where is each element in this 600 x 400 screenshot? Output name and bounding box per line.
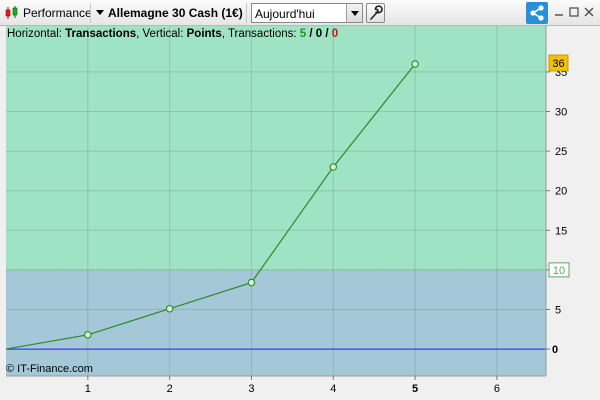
- period-dropdown-button[interactable]: [346, 4, 362, 22]
- legend-v-label: , Vertical:: [136, 28, 187, 40]
- data-point[interactable]: [84, 331, 92, 339]
- above-threshold-zone: [6, 26, 546, 270]
- x-tick-label: 5: [412, 383, 418, 395]
- x-tick-label: 1: [85, 383, 91, 395]
- y-tick-label: 30: [555, 107, 567, 119]
- period-value: Aujourd'hui: [255, 7, 315, 21]
- data-point[interactable]: [329, 163, 338, 171]
- y-tick-label: 25: [555, 146, 567, 158]
- legend-sep: /: [322, 28, 332, 40]
- toolbar: Performance Allemagne 30 Cash (1€) Aujou…: [0, 0, 600, 26]
- toolbar-separator: [246, 3, 247, 23]
- toolbar-separator: [90, 3, 91, 23]
- performance-chart[interactable]: 123456510152025303510036: [0, 26, 600, 400]
- threshold-label: 10: [553, 265, 565, 277]
- y-tick-label: 15: [555, 225, 567, 237]
- chart-legend: Horizontal: Transactions, Vertical: Poin…: [7, 28, 338, 40]
- performance-label[interactable]: Performance: [23, 6, 92, 20]
- data-point[interactable]: [165, 304, 174, 313]
- chevron-down-icon[interactable]: [96, 10, 104, 15]
- minimize-icon[interactable]: [552, 5, 566, 19]
- x-tick-label: 3: [248, 383, 254, 395]
- data-point[interactable]: [411, 60, 419, 68]
- legend-h-label: Horizontal:: [7, 28, 66, 40]
- maximize-icon[interactable]: [567, 5, 581, 19]
- x-tick-label: 6: [494, 383, 500, 395]
- copyright-label: © IT-Finance.com: [6, 363, 93, 375]
- settings-button[interactable]: [366, 3, 385, 23]
- legend-v-value: Points: [186, 28, 222, 40]
- close-icon[interactable]: [582, 5, 596, 19]
- legend-h-value: Transactions: [65, 28, 137, 40]
- legend-t-label: , Transactions:: [221, 28, 300, 40]
- last-value-label: 36: [552, 58, 564, 70]
- period-select[interactable]: Aujourd'hui: [251, 3, 363, 23]
- x-tick-label: 4: [330, 383, 336, 395]
- instrument-selector[interactable]: Allemagne 30 Cash (1€): [108, 6, 243, 20]
- candlestick-icon[interactable]: [4, 6, 20, 20]
- data-point[interactable]: [247, 278, 256, 287]
- zero-label: 0: [552, 344, 558, 356]
- x-tick-label: 2: [167, 383, 173, 395]
- share-button[interactable]: [526, 2, 548, 24]
- y-tick-label: 5: [555, 304, 561, 316]
- share-icon: [530, 5, 544, 21]
- legend-losing-count: 0: [331, 28, 339, 40]
- legend-sep: /: [306, 28, 316, 40]
- y-tick-label: 20: [555, 186, 567, 198]
- wrench-icon: [370, 5, 383, 20]
- below-threshold-zone: [6, 269, 546, 376]
